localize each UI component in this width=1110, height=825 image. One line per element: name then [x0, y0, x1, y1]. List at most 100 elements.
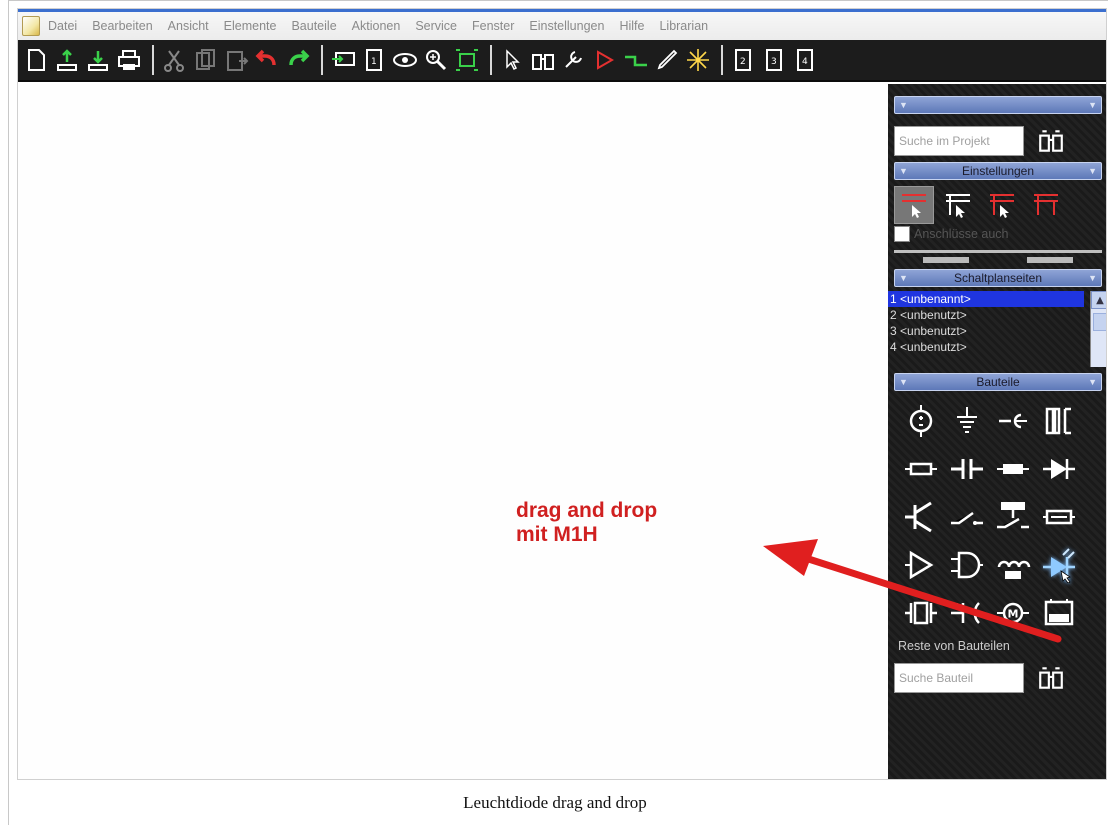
svg-text:4: 4 [802, 57, 808, 67]
fuse-icon[interactable] [990, 445, 1036, 493]
connection-mode-2-icon[interactable] [938, 186, 978, 224]
voltage-source-icon[interactable] [898, 397, 944, 445]
page-item[interactable]: 4 <unbenutzt> [888, 339, 1084, 355]
copy-icon[interactable] [191, 45, 219, 75]
project-search-row: Suche im Projekt [894, 126, 1102, 156]
connection-mode-icons [894, 186, 1102, 224]
component-search-input[interactable]: Suche Bauteil [894, 663, 1024, 693]
component-import-icon[interactable] [329, 45, 357, 75]
scroll-thumb[interactable] [1093, 313, 1106, 331]
project-search-input[interactable]: Suche im Projekt [894, 126, 1024, 156]
connector-strip-icon[interactable] [1036, 397, 1082, 445]
component-search-row: Suche Bauteil [894, 663, 1102, 693]
capacitor-icon[interactable] [944, 445, 990, 493]
motor-icon[interactable]: M [990, 589, 1036, 637]
toolbar-separator [321, 45, 323, 75]
menu-fenster[interactable]: Fenster [472, 19, 514, 33]
chevron-down-icon[interactable]: ▼ [1088, 166, 1097, 176]
settings-mini-button[interactable] [1027, 257, 1073, 263]
menu-ansicht[interactable]: Ansicht [168, 19, 209, 33]
switch-icon[interactable] [944, 493, 990, 541]
chevron-down-icon[interactable]: ▼ [1088, 273, 1097, 283]
pages-list: 1 <unbenannt> 2 <unbenutzt> 3 <unbenutzt… [888, 291, 1084, 367]
menu-hilfe[interactable]: Hilfe [619, 19, 644, 33]
led-icon[interactable] [1036, 541, 1082, 589]
ground-icon[interactable] [944, 397, 990, 445]
components-header-label: Bauteile [976, 375, 1020, 389]
transistor-icon[interactable] [898, 493, 944, 541]
connection-mode-4-icon[interactable] [1026, 186, 1066, 224]
page-3-icon[interactable]: 3 [760, 45, 788, 75]
page-item[interactable]: 1 <unbenannt> [888, 291, 1084, 307]
save-file-icon[interactable] [84, 45, 112, 75]
app-icon[interactable] [22, 16, 40, 36]
binoculars-icon[interactable] [529, 45, 557, 75]
redo-icon[interactable] [284, 45, 312, 75]
resistor-icon[interactable] [898, 445, 944, 493]
module-icon[interactable] [1036, 589, 1082, 637]
binoculars-icon[interactable] [1036, 663, 1066, 693]
buffer-gate-icon[interactable] [898, 541, 944, 589]
menu-bauteile[interactable]: Bauteile [291, 19, 336, 33]
print-icon[interactable] [115, 45, 143, 75]
page-2-icon[interactable]: 2 [729, 45, 757, 75]
drag-drop-annotation: drag and drop mit M1H [516, 499, 657, 547]
settings-header[interactable]: ▼ Einstellungen ▼ [894, 162, 1102, 180]
settings-mini-button[interactable] [923, 257, 969, 263]
relay-switch-icon[interactable] [990, 493, 1036, 541]
eye-icon[interactable] [391, 45, 419, 75]
connections-also-checkbox[interactable] [894, 226, 910, 242]
menu-librarian[interactable]: Librarian [659, 19, 708, 33]
diode-icon[interactable] [1036, 445, 1082, 493]
zoom-icon[interactable] [422, 45, 450, 75]
menu-aktionen[interactable]: Aktionen [352, 19, 401, 33]
app-window: Datei Bearbeiten Ansicht Elemente Bautei… [17, 8, 1107, 780]
menu-service[interactable]: Service [415, 19, 457, 33]
connection-mode-1-icon[interactable] [894, 186, 934, 224]
settings-slider[interactable] [894, 250, 1102, 253]
page-icon[interactable]: 1 [360, 45, 388, 75]
schematic-canvas[interactable] [18, 84, 888, 779]
menu-elemente[interactable]: Elemente [224, 19, 277, 33]
scroll-up-icon[interactable]: ▲ [1091, 291, 1106, 309]
undo-icon[interactable] [253, 45, 281, 75]
zoom-fit-icon[interactable] [453, 45, 481, 75]
menu-datei[interactable]: Datei [48, 19, 77, 33]
paste-icon[interactable] [222, 45, 250, 75]
collapse-icon[interactable]: ▼ [899, 273, 908, 283]
electrolytic-capacitor-icon[interactable] [944, 589, 990, 637]
wire-icon[interactable] [622, 45, 650, 75]
page-4-icon[interactable]: 4 [791, 45, 819, 75]
new-file-icon[interactable] [22, 45, 50, 75]
pages-header[interactable]: ▼ Schaltplanseiten ▼ [894, 269, 1102, 287]
menu-bearbeiten[interactable]: Bearbeiten [92, 19, 152, 33]
connection-mode-3-icon[interactable] [982, 186, 1022, 224]
binoculars-icon[interactable] [1036, 126, 1066, 156]
open-file-icon[interactable] [53, 45, 81, 75]
spark-icon[interactable] [684, 45, 712, 75]
components-header[interactable]: ▼ Bauteile ▼ [894, 373, 1102, 391]
pages-list-container: 1 <unbenannt> 2 <unbenutzt> 3 <unbenutzt… [888, 291, 1106, 367]
pages-scrollbar[interactable]: ▲ [1090, 291, 1106, 367]
and-gate-icon[interactable] [944, 541, 990, 589]
collapse-icon[interactable]: ▼ [899, 166, 908, 176]
chevron-down-icon[interactable]: ▼ [1088, 100, 1097, 110]
cut-icon[interactable] [160, 45, 188, 75]
page-item[interactable]: 3 <unbenutzt> [888, 323, 1084, 339]
toolbar-separator [721, 45, 723, 75]
pages-header-label: Schaltplanseiten [953, 271, 1043, 285]
collapse-icon[interactable]: ▼ [899, 100, 908, 110]
wrench-icon[interactable] [560, 45, 588, 75]
chevron-down-icon[interactable]: ▼ [1088, 377, 1097, 387]
menu-einstellungen[interactable]: Einstellungen [529, 19, 604, 33]
terminal-icon[interactable] [990, 397, 1036, 445]
crystal-icon[interactable] [898, 589, 944, 637]
collapse-icon[interactable]: ▼ [899, 377, 908, 387]
pointer-icon[interactable] [498, 45, 526, 75]
battery-icon[interactable] [1036, 493, 1082, 541]
panel-top-header[interactable]: ▼ ▼ [894, 96, 1102, 114]
pen-icon[interactable] [653, 45, 681, 75]
simulate-icon[interactable] [591, 45, 619, 75]
page-item[interactable]: 2 <unbenutzt> [888, 307, 1084, 323]
coil-icon[interactable] [990, 541, 1036, 589]
